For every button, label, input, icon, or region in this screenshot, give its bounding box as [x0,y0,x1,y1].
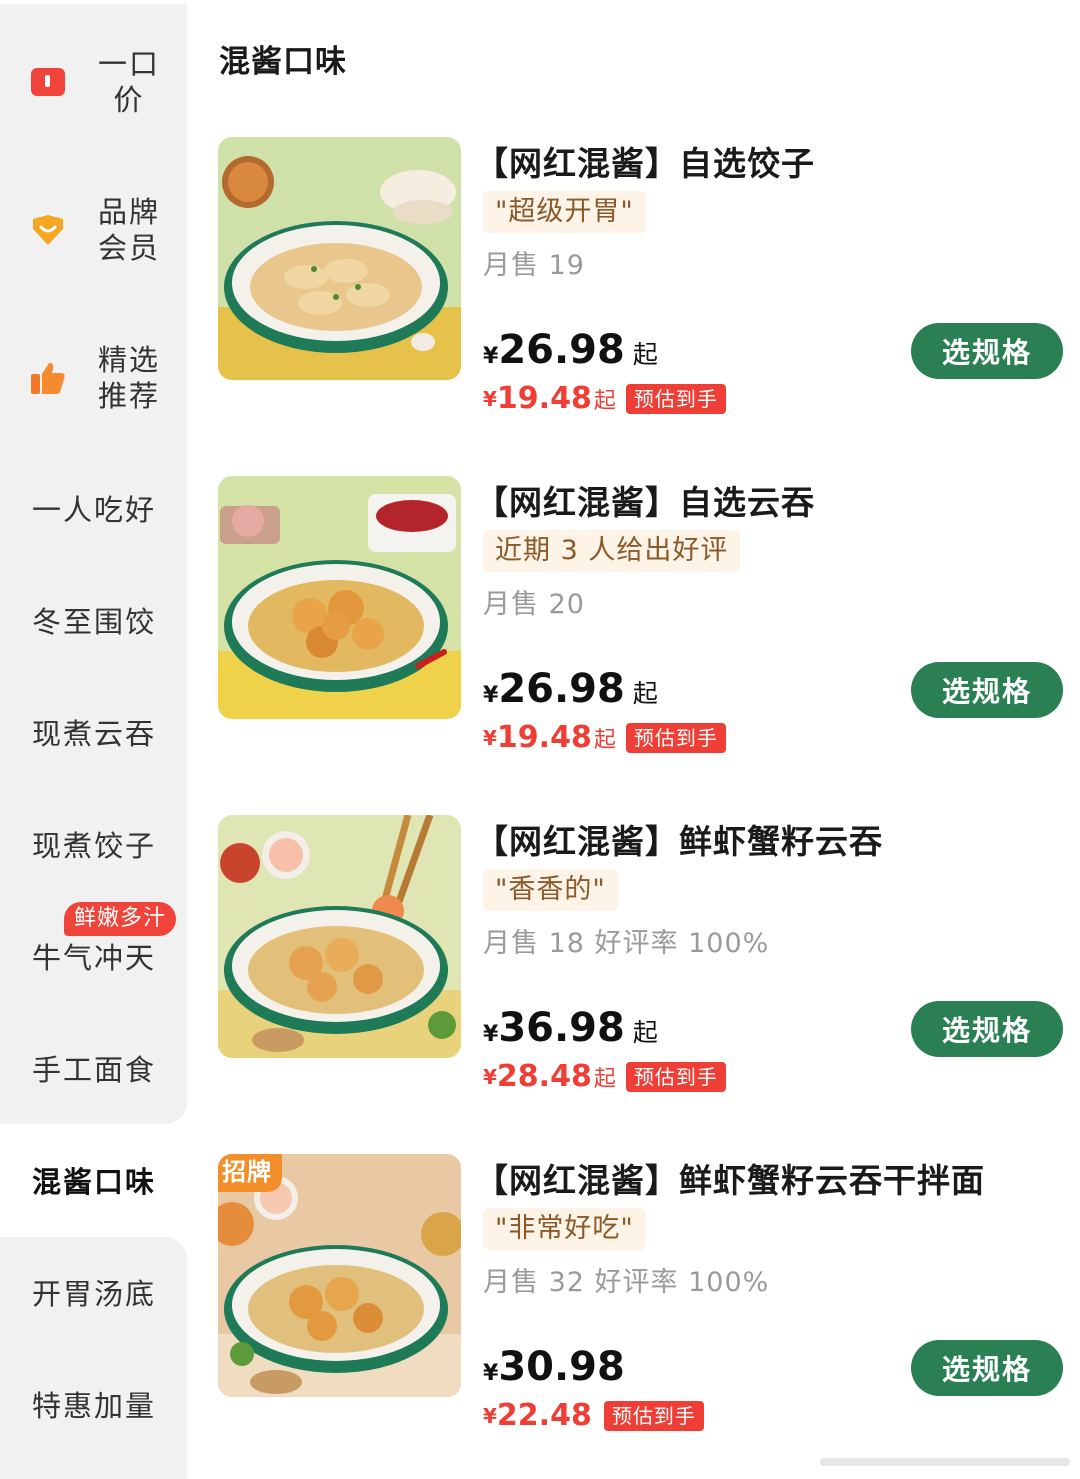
product-card[interactable]: 【网红混酱】自选云吞 近期 3 人给出好评 月售 20 ¥ 26.98 起 ¥ … [218,476,1068,755]
product-list-panel: 混酱口味 【网红混酱】自选饺子 "超级开胃" 月售 19 ¥ 26.98 起 ¥… [187,0,1080,1479]
sidebar-item-mixed-sauce[interactable]: 混酱口味 [0,1150,187,1210]
currency-symbol: ¥ [483,683,499,708]
discount-price-value: 19.48 [496,720,592,755]
section-title: 混酱口味 [219,44,347,80]
price: ¥ 30.98 [483,1344,633,1390]
discount-suffix: 起 [593,388,616,414]
estimated-price: ¥ 28.48 起 预估到手 [483,1059,726,1094]
currency-symbol: ¥ [483,725,497,750]
estimate-badge: 预估到手 [625,383,726,414]
sidebar-item-label: 推荐 [97,379,160,413]
sidebar-item-label: 品牌 [97,195,160,229]
price: ¥ 26.98 起 [483,666,658,712]
select-spec-button[interactable]: 选规格 [911,323,1063,379]
diamond-heart-icon [28,210,68,250]
price: ¥ 26.98 起 [483,327,658,373]
price-suffix: 起 [632,679,658,708]
sidebar-item-winter-dumplings[interactable]: 冬至围饺 [0,590,187,650]
shrimp-wonton-noodle-photo[interactable]: 招牌 [218,1154,461,1397]
price-value: 26.98 [498,327,625,373]
sidebar-item-label: 会员 [97,231,160,265]
estimated-price: ¥ 19.48 起 预估到手 [483,720,726,755]
sidebar-item-label: 牛气冲天 [32,941,157,975]
sidebar-item-label: 混酱口味 [32,1165,157,1199]
sidebar-item-solo-meal[interactable]: 一人吃好 [0,478,187,538]
review-tag: 近期 3 人给出好评 [483,530,741,572]
product-title[interactable]: 【网红混酱】鲜虾蟹籽云吞 [475,815,883,863]
select-spec-button[interactable]: 选规格 [911,1001,1063,1057]
review-tag: "非常好吃" [483,1208,646,1250]
sidebar-item-brand-member[interactable]: 品牌 会员 [0,194,187,266]
sidebar-item-featured[interactable]: 精选 推荐 [0,342,187,414]
sidebar-item-label: 价 [113,83,145,117]
review-tag: "超级开胃" [483,191,646,233]
sidebar-item-label: 开胃汤底 [32,1277,157,1311]
currency-symbol: ¥ [483,386,497,411]
sidebar-item-label: 冬至围饺 [32,605,157,639]
price-value: 26.98 [498,666,625,712]
sidebar-item-handmade-noodles[interactable]: 手工面食 [0,1038,187,1098]
estimate-badge: 预估到手 [625,722,726,753]
price: ¥ 36.98 起 [483,1005,658,1051]
currency-symbol: ¥ [483,1022,499,1047]
estimate-badge: 预估到手 [625,1061,726,1092]
discount-price-value: 28.48 [496,1059,592,1094]
discount-suffix: 起 [593,1066,616,1092]
price-value: 36.98 [498,1005,625,1051]
estimated-price: ¥ 22.48 预估到手 [483,1398,704,1433]
sidebar-item-label: 一口 [97,47,160,81]
discount-suffix: 起 [593,727,616,753]
dumpling-bowl-photo[interactable] [218,137,461,380]
signature-badge: 招牌 [218,1154,282,1192]
sidebar-item-fixed-price[interactable]: 一口价 [0,46,187,118]
sidebar-item-fresh-wonton[interactable]: 现煮云吞 [0,702,187,762]
product-title[interactable]: 【网红混酱】自选云吞 [475,476,815,524]
review-tag: "香香的" [483,869,618,911]
flag-red-icon [28,62,68,102]
sidebar-item-label: 一人吃好 [32,493,157,527]
thumbs-up-icon [28,358,68,398]
price-suffix: 起 [632,1018,658,1047]
estimated-price: ¥ 19.48 起 预估到手 [483,381,726,416]
product-card[interactable]: 【网红混酱】自选饺子 "超级开胃" 月售 19 ¥ 26.98 起 ¥ 19.4… [218,137,1068,416]
product-card[interactable]: 招牌 【网红混酱】鲜虾蟹籽云吞干拌面 "非常好吃" 月售 32 好评率 100%… [218,1154,1068,1433]
sidebar-item-extra-portion[interactable]: 特惠加量 [0,1374,187,1434]
select-spec-button[interactable]: 选规格 [911,1340,1063,1396]
home-indicator [820,1458,1070,1466]
monthly-sales: 月售 20 [483,589,585,620]
sidebar-item-beef[interactable]: 牛气冲天 [0,926,187,986]
sidebar-item-soup-base[interactable]: 开胃汤底 [0,1262,187,1322]
wonton-bowl-photo[interactable] [218,476,461,719]
product-title[interactable]: 【网红混酱】自选饺子 [475,137,815,185]
monthly-sales: 月售 18 好评率 100% [483,928,770,959]
discount-price-value: 22.48 [496,1398,592,1433]
product-card[interactable]: 【网红混酱】鲜虾蟹籽云吞 "香香的" 月售 18 好评率 100% ¥ 36.9… [218,815,1068,1094]
sidebar-item-label: 现煮饺子 [32,829,157,863]
currency-symbol: ¥ [483,1403,497,1428]
discount-price-value: 19.48 [496,381,592,416]
sidebar-item-label: 特惠加量 [32,1389,157,1423]
currency-symbol: ¥ [483,344,499,369]
sidebar-item-fresh-dumplings[interactable]: 现煮饺子 [0,814,187,874]
price-suffix: 起 [632,340,658,369]
select-spec-button[interactable]: 选规格 [911,662,1063,718]
sidebar-item-label: 现煮云吞 [32,717,157,751]
currency-symbol: ¥ [483,1064,497,1089]
monthly-sales: 月售 32 好评率 100% [483,1267,770,1298]
shrimp-wonton-bowl-photo[interactable] [218,815,461,1058]
monthly-sales: 月售 19 [483,250,585,281]
price-value: 30.98 [498,1344,625,1390]
currency-symbol: ¥ [483,1361,499,1386]
category-sidebar: 一口价 品牌 会员 精选 推荐 一人吃好 冬至围饺 现煮云吞 现煮饺子 鲜嫩多汁 牛… [0,0,187,1479]
estimate-badge: 预估到手 [603,1400,704,1431]
product-title[interactable]: 【网红混酱】鲜虾蟹籽云吞干拌面 [475,1154,985,1202]
sidebar-item-label: 手工面食 [32,1053,157,1087]
sidebar-item-label: 精选 [97,343,160,377]
